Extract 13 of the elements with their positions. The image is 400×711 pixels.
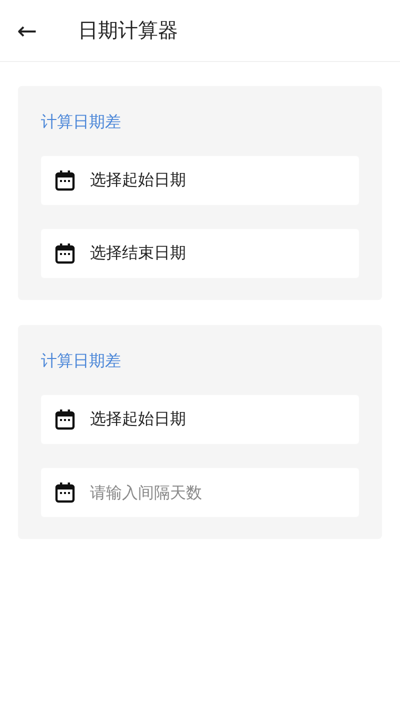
calendar-icon	[55, 243, 75, 264]
calendar-icon	[55, 170, 75, 191]
date-picker-field[interactable]: 选择结束日期	[41, 229, 359, 278]
card-title: 计算日期差	[41, 111, 122, 133]
date-picker-field[interactable]: 选择起始日期	[41, 156, 359, 205]
calendar-icon	[55, 482, 75, 503]
page-title: 日期计算器	[78, 17, 178, 44]
back-button[interactable]: ←	[14, 18, 40, 44]
calendar-icon	[55, 409, 75, 430]
card-title: 计算日期差	[41, 350, 122, 372]
input-field[interactable]: 请输入间隔天数	[41, 468, 359, 517]
days-input[interactable]: 请输入间隔天数	[90, 483, 359, 502]
date-picker-field[interactable]: 选择起始日期	[41, 395, 359, 444]
